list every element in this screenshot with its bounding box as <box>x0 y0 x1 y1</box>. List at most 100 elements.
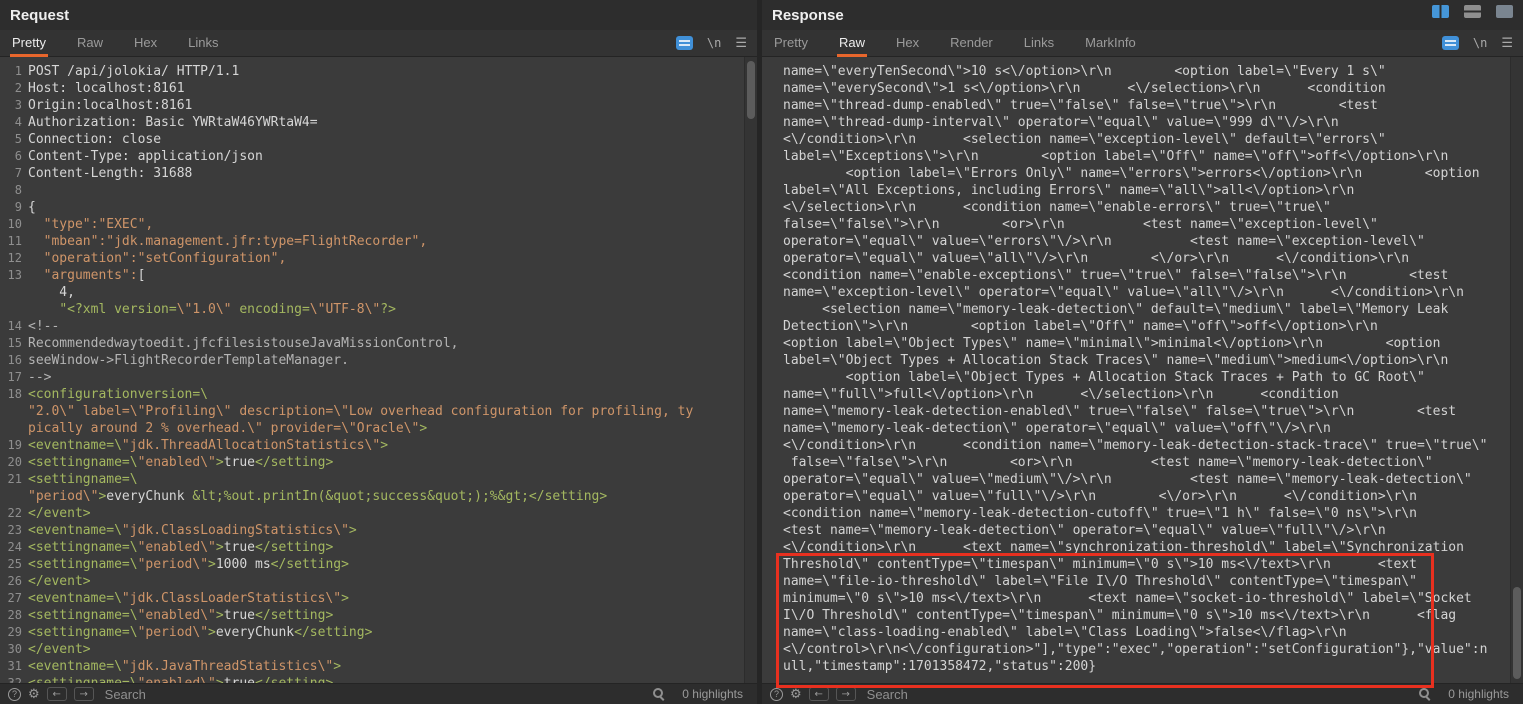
response-line: <option label=\"Object Types\" name=\"mi… <box>762 335 1523 352</box>
request-tabs: Pretty Raw Hex Links <box>10 30 220 57</box>
response-line: name=\"memory-leak-detection\" operator=… <box>762 420 1523 437</box>
syntax-highlight-icon[interactable] <box>1442 36 1459 50</box>
settings-gear-icon[interactable]: ⚙ <box>28 688 40 701</box>
tab-raw[interactable]: Raw <box>75 30 105 57</box>
view-layout-switcher <box>1432 5 1513 18</box>
request-line: 15Recommendedwaytoedit.jfcfilesistouseJa… <box>0 335 757 352</box>
show-nonprintable-icon[interactable]: \n <box>1473 36 1487 50</box>
tab-pretty[interactable]: Pretty <box>772 30 810 57</box>
tab-markinfo[interactable]: MarkInfo <box>1083 30 1138 57</box>
request-line: 14<!-- <box>0 318 757 335</box>
layout-rows-icon[interactable] <box>1464 5 1481 18</box>
request-line: 16seeWindow->FlightRecorderTemplateManag… <box>0 352 757 369</box>
response-searchbar: ? ⚙ ← → 0 highlights <box>762 683 1523 704</box>
response-line: <\/condition>\r\n <condition name=\"memo… <box>762 437 1523 454</box>
request-line: 13 "arguments":[ <box>0 267 757 284</box>
response-line: name=\"exception-level\" operator=\"equa… <box>762 284 1523 301</box>
syntax-highlight-icon[interactable] <box>676 36 693 50</box>
request-line: 25<settingname=\"period\">1000 ms</setti… <box>0 556 757 573</box>
response-line: <test name=\"memory-leak-detection\" ope… <box>762 522 1523 539</box>
response-line: false=\"false\">\r\n <or>\r\n <test name… <box>762 454 1523 471</box>
response-line: name=\"class-loading-enabled\" label=\"C… <box>762 624 1523 641</box>
tab-pretty[interactable]: Pretty <box>10 30 48 57</box>
response-scrollbar-thumb[interactable] <box>1513 587 1521 679</box>
response-line: operator=\"equal\" value=\"all\"\/>\r\n … <box>762 250 1523 267</box>
response-line: <\/selection>\r\n <condition name=\"enab… <box>762 199 1523 216</box>
next-match-button[interactable]: → <box>74 687 94 701</box>
response-line: name=\"thread-dump-interval\" operator=\… <box>762 114 1523 131</box>
response-line: label=\"Object Types + Allocation Stack … <box>762 352 1523 369</box>
response-line: false=\"false\">\r\n <or>\r\n <test name… <box>762 216 1523 233</box>
tab-raw[interactable]: Raw <box>837 30 867 57</box>
request-line: 27<eventname=\"jdk.ClassLoaderStatistics… <box>0 590 757 607</box>
response-line: ull,"timestamp":1701358472,"status":200} <box>762 658 1523 675</box>
response-header: Response <box>762 0 1523 30</box>
response-line: Threshold\" contentType=\"timespan\" min… <box>762 556 1523 573</box>
tab-render[interactable]: Render <box>948 30 995 57</box>
response-scrollbar[interactable] <box>1510 57 1523 683</box>
tab-links[interactable]: Links <box>186 30 220 57</box>
request-line: pically around 2 % overhead.\" provider=… <box>0 420 757 437</box>
request-line: 24<settingname=\"enabled\">true</setting… <box>0 539 757 556</box>
request-scrollbar-thumb[interactable] <box>747 61 755 119</box>
response-line: name=\"full\">full<\/option>\r\n <\/sele… <box>762 386 1523 403</box>
request-line: 17--> <box>0 369 757 386</box>
request-line: 19<eventname=\"jdk.ThreadAllocationStati… <box>0 437 757 454</box>
request-line: 23<eventname=\"jdk.ClassLoadingStatistic… <box>0 522 757 539</box>
response-line: <option label=\"Object Types + Allocatio… <box>762 369 1523 386</box>
request-line: 8 <box>0 182 757 199</box>
response-line: minimum=\"0 s\">10 ms<\/text>\r\n <text … <box>762 590 1523 607</box>
request-line: 4Authorization: Basic YWRtaW46YWRtaW4= <box>0 114 757 131</box>
response-line: <\/condition>\r\n <text name=\"synchroni… <box>762 539 1523 556</box>
help-icon[interactable]: ? <box>770 688 783 701</box>
request-header: Request <box>0 0 757 30</box>
request-line: 3Origin:localhost:8161 <box>0 97 757 114</box>
request-line: 6Content-Type: application/json <box>0 148 757 165</box>
tab-hex[interactable]: Hex <box>132 30 159 57</box>
prev-match-button[interactable]: ← <box>47 687 67 701</box>
response-line: <option label=\"Errors Only\" name=\"err… <box>762 165 1523 182</box>
response-line: name=\"file-io-threshold\" label=\"File … <box>762 573 1523 590</box>
settings-gear-icon[interactable]: ⚙ <box>790 688 802 701</box>
request-scrollbar[interactable] <box>744 57 757 683</box>
tab-hex[interactable]: Hex <box>894 30 921 57</box>
editor-menu-icon[interactable]: ☰ <box>735 36 747 51</box>
prev-match-button[interactable]: ← <box>809 687 829 701</box>
search-input[interactable] <box>863 687 1412 702</box>
request-line: 30</event> <box>0 641 757 658</box>
response-tabs: Pretty Raw Hex Render Links MarkInfo <box>772 30 1138 57</box>
request-editor-toolbar: \n ☰ <box>676 36 747 51</box>
layout-columns-icon[interactable] <box>1432 5 1449 18</box>
request-line: 29<settingname=\"period\">everyChunk</se… <box>0 624 757 641</box>
response-line: name=\"thread-dump-enabled\" true=\"fals… <box>762 97 1523 114</box>
editor-menu-icon[interactable]: ☰ <box>1501 36 1513 51</box>
tab-links[interactable]: Links <box>1022 30 1056 57</box>
request-line: 12 "operation":"setConfiguration", <box>0 250 757 267</box>
request-line: 21<settingname=\ <box>0 471 757 488</box>
request-editor[interactable]: 1POST /api/jolokia/ HTTP/1.12Host: local… <box>0 57 757 683</box>
request-line: 26</event> <box>0 573 757 590</box>
response-line: <selection name=\"memory-leak-detection\… <box>762 301 1523 318</box>
layout-single-icon[interactable] <box>1496 5 1513 18</box>
response-line: operator=\"equal\" value=\"errors\"\/>\r… <box>762 233 1523 250</box>
response-line: <condition name=\"memory-leak-detection-… <box>762 505 1523 522</box>
response-editor[interactable]: name=\"everyTenSecond\">10 s<\/option>\r… <box>762 57 1523 683</box>
request-line: 2Host: localhost:8161 <box>0 80 757 97</box>
request-line: 9{ <box>0 199 757 216</box>
request-line: 32<settingname=\"enabled\">true</setting… <box>0 675 757 683</box>
response-line: <\/condition>\r\n <selection name=\"exce… <box>762 131 1523 148</box>
response-tabbar: Pretty Raw Hex Render Links MarkInfo \n ☰ <box>762 30 1523 57</box>
request-line: 31<eventname=\"jdk.JavaThreadStatistics\… <box>0 658 757 675</box>
request-searchbar: ? ⚙ ← → 0 highlights <box>0 683 757 704</box>
response-line: label=\"Exceptions\">\r\n <option label=… <box>762 148 1523 165</box>
response-line: name=\"memory-leak-detection-enabled\" t… <box>762 403 1523 420</box>
next-match-button[interactable]: → <box>836 687 856 701</box>
request-line: 4, <box>0 284 757 301</box>
request-line: 11 "mbean":"jdk.management.jfr:type=Flig… <box>0 233 757 250</box>
response-line: label=\"All Exceptions, including Errors… <box>762 182 1523 199</box>
search-input[interactable] <box>101 687 646 702</box>
help-icon[interactable]: ? <box>8 688 21 701</box>
request-line: 7Content-Length: 31688 <box>0 165 757 182</box>
request-title: Request <box>10 7 69 24</box>
show-nonprintable-icon[interactable]: \n <box>707 36 721 50</box>
